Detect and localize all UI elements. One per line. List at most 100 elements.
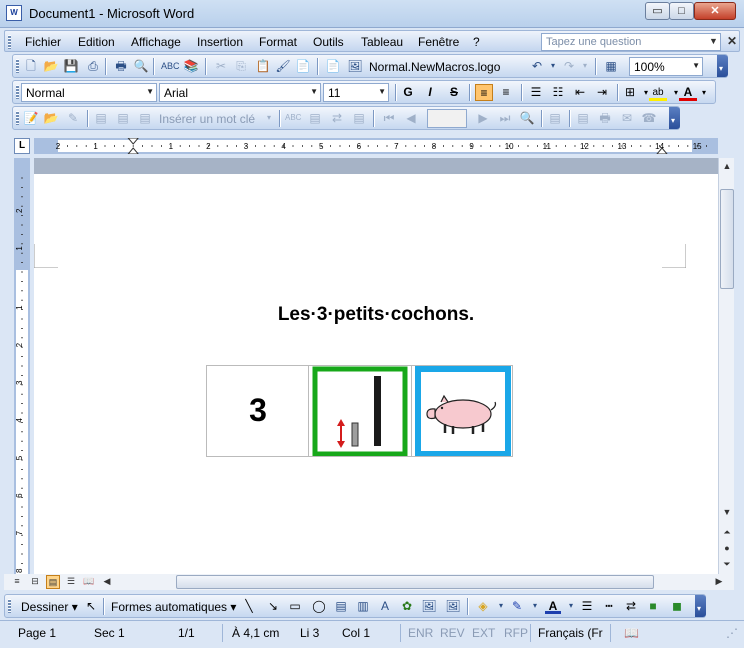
align-left-icon[interactable]: ≡ (475, 84, 493, 101)
chevron-down-icon[interactable]: ▾ (493, 598, 509, 614)
autoshapes-menu-button[interactable]: Formes automatiques ▾ (111, 600, 236, 614)
chevron-down-icon[interactable]: ▾ (563, 598, 579, 614)
match-fields-icon[interactable]: ⇄ (329, 110, 345, 126)
new-document-icon[interactable]: 🗋 (23, 58, 39, 74)
zoom-select[interactable]: 100% ▼ (629, 57, 703, 76)
format-painter-icon[interactable]: 🖌 (275, 58, 291, 74)
scroll-up-icon[interactable]: ▲ (719, 158, 735, 174)
toolbar-options-button[interactable] (669, 107, 680, 129)
decrease-indent-icon[interactable]: ⇤ (571, 84, 589, 101)
status-extend-selection[interactable]: EXT (472, 626, 495, 640)
first-record-icon[interactable]: ⏮ (381, 110, 397, 126)
diagram-icon[interactable]: ✿ (399, 598, 415, 614)
find-entry-icon[interactable]: 🔍 (519, 110, 535, 126)
vertical-scrollbar[interactable]: ▲ ▼ ⏶ ● ⏷ (718, 158, 734, 574)
print-layout-view-icon[interactable]: ▤ (46, 575, 60, 589)
browse-object-icon[interactable]: ● (719, 540, 735, 556)
propagate-labels-icon[interactable]: ▤ (351, 110, 367, 126)
numbered-list-icon[interactable]: ☰ (527, 84, 545, 101)
status-language[interactable]: Français (Fr (538, 626, 603, 640)
redo-icon[interactable]: ↷ (561, 58, 577, 74)
status-record-macro[interactable]: ENR (408, 626, 433, 640)
reading-view-icon[interactable]: 📖 (82, 575, 96, 589)
spelling-icon[interactable]: ABC (161, 58, 180, 74)
toolbar-options-button[interactable] (717, 55, 728, 77)
arrow-style-icon[interactable]: ⇄ (623, 598, 639, 614)
open-data-source-icon[interactable]: 📂 (43, 110, 59, 126)
scroll-down-icon[interactable]: ▼ (719, 504, 735, 520)
print-preview-icon[interactable]: 🔍 (133, 58, 149, 74)
scroll-left-icon[interactable]: ◀ (100, 575, 114, 589)
table-cell-pig-picto[interactable] (413, 366, 513, 457)
vertical-ruler[interactable]: 2 1 1 2 3 4 5 6 7 8 (14, 158, 30, 574)
toolbar-grip[interactable] (8, 599, 11, 613)
insert-address-icon[interactable]: ▤ (93, 110, 109, 126)
recipients-icon[interactable]: ✎ (65, 110, 81, 126)
macro-button-label[interactable]: Normal.NewMacros.logo (369, 60, 500, 74)
web-view-icon[interactable]: ⊟ (28, 575, 42, 589)
font-select[interactable]: Arial ▼ (159, 83, 321, 102)
permission-icon[interactable]: ⎙ (85, 58, 101, 74)
check-errors-icon[interactable]: ▤ (547, 110, 563, 126)
horizontal-scroll-thumb[interactable] (176, 575, 654, 589)
research-icon[interactable]: 📚 (183, 58, 199, 74)
text-box-icon[interactable]: ▤ (333, 598, 349, 614)
outline-view-icon[interactable]: ☰ (64, 575, 78, 589)
strikethrough-button[interactable]: S (445, 84, 463, 101)
insert-greeting-icon[interactable]: ▤ (115, 110, 131, 126)
toolbar-grip[interactable] (16, 85, 19, 99)
bulleted-list-icon[interactable]: ☷ (549, 84, 567, 101)
maximize-button[interactable]: □ (669, 2, 694, 20)
help-dropdown-icon[interactable]: ▼ (709, 36, 718, 46)
draw-menu-button[interactable]: Dessiner ▾ (21, 600, 78, 614)
next-page-icon[interactable]: ⏷ (719, 556, 735, 572)
previous-page-icon[interactable]: ⏶ (719, 524, 735, 540)
merge-to-printer-icon[interactable]: 🖶 (597, 110, 613, 126)
redo-dropdown-icon[interactable]: ▾ (577, 58, 593, 74)
document-close-icon[interactable]: ✕ (727, 34, 737, 48)
resize-grip-icon[interactable]: ⋰ (726, 626, 738, 640)
save-icon[interactable]: 💾 (63, 58, 79, 74)
menu-outils[interactable]: Outils (313, 35, 344, 49)
copy-icon[interactable]: ⎘ (233, 58, 249, 74)
help-question-input[interactable]: Tapez une question (541, 33, 721, 51)
menu-fichier[interactable]: Fichier (25, 35, 61, 49)
close-button[interactable]: ✕ (694, 2, 736, 20)
macro-image-icon[interactable]: 🖼 (347, 58, 363, 74)
scroll-right-icon[interactable]: ▶ (712, 575, 726, 589)
insert-fields-icon[interactable]: ▤ (137, 110, 153, 126)
cut-icon[interactable]: ✂ (213, 58, 229, 74)
vertical-scroll-thumb[interactable] (720, 189, 734, 289)
menu-insertion[interactable]: Insertion (197, 35, 243, 49)
word-app-icon[interactable]: W (6, 5, 22, 21)
document-heading[interactable]: Les·3·petits·cochons. (34, 304, 718, 326)
style-select[interactable]: Normal ▼ (21, 83, 157, 102)
clipboard-icon[interactable]: 📄 (295, 58, 311, 74)
tab-selector[interactable]: L (14, 138, 30, 154)
toolbar-grip[interactable] (8, 35, 11, 49)
status-track-changes[interactable]: REV (440, 626, 465, 640)
previous-record-icon[interactable]: ◀ (403, 110, 419, 126)
chevron-down-icon[interactable]: ▾ (527, 598, 543, 614)
clip-art-icon[interactable]: 🖼 (421, 598, 437, 614)
paste-icon[interactable]: 📋 (255, 58, 271, 74)
view-merged-data-icon[interactable]: ABC (285, 110, 301, 126)
menu-fenetre[interactable]: Fenêtre (418, 35, 459, 49)
main-document-icon[interactable]: 📝 (23, 110, 39, 126)
chevron-down-icon[interactable]: ▾ (695, 84, 713, 101)
3d-style-icon[interactable]: ◼ (669, 598, 685, 614)
dash-style-icon[interactable]: ┅ (601, 598, 617, 614)
next-record-icon[interactable]: ▶ (475, 110, 491, 126)
highlight-fields-icon[interactable]: ▤ (307, 110, 323, 126)
toolbar-grip[interactable] (16, 59, 19, 73)
minimize-button[interactable]: ▭ (645, 2, 670, 20)
table-cell-number[interactable]: 3 (207, 366, 309, 456)
toolbar-options-button[interactable] (695, 595, 706, 617)
table-cell-size-picto[interactable] (310, 366, 412, 457)
menu-edition[interactable]: Edition (78, 35, 115, 49)
highlight-icon[interactable]: ab (649, 84, 667, 101)
line-style-icon[interactable]: ☰ (579, 598, 595, 614)
shadow-style-icon[interactable]: ■ (645, 598, 661, 614)
undo-icon[interactable]: ↶ (529, 58, 545, 74)
italic-button[interactable]: I (421, 84, 439, 101)
